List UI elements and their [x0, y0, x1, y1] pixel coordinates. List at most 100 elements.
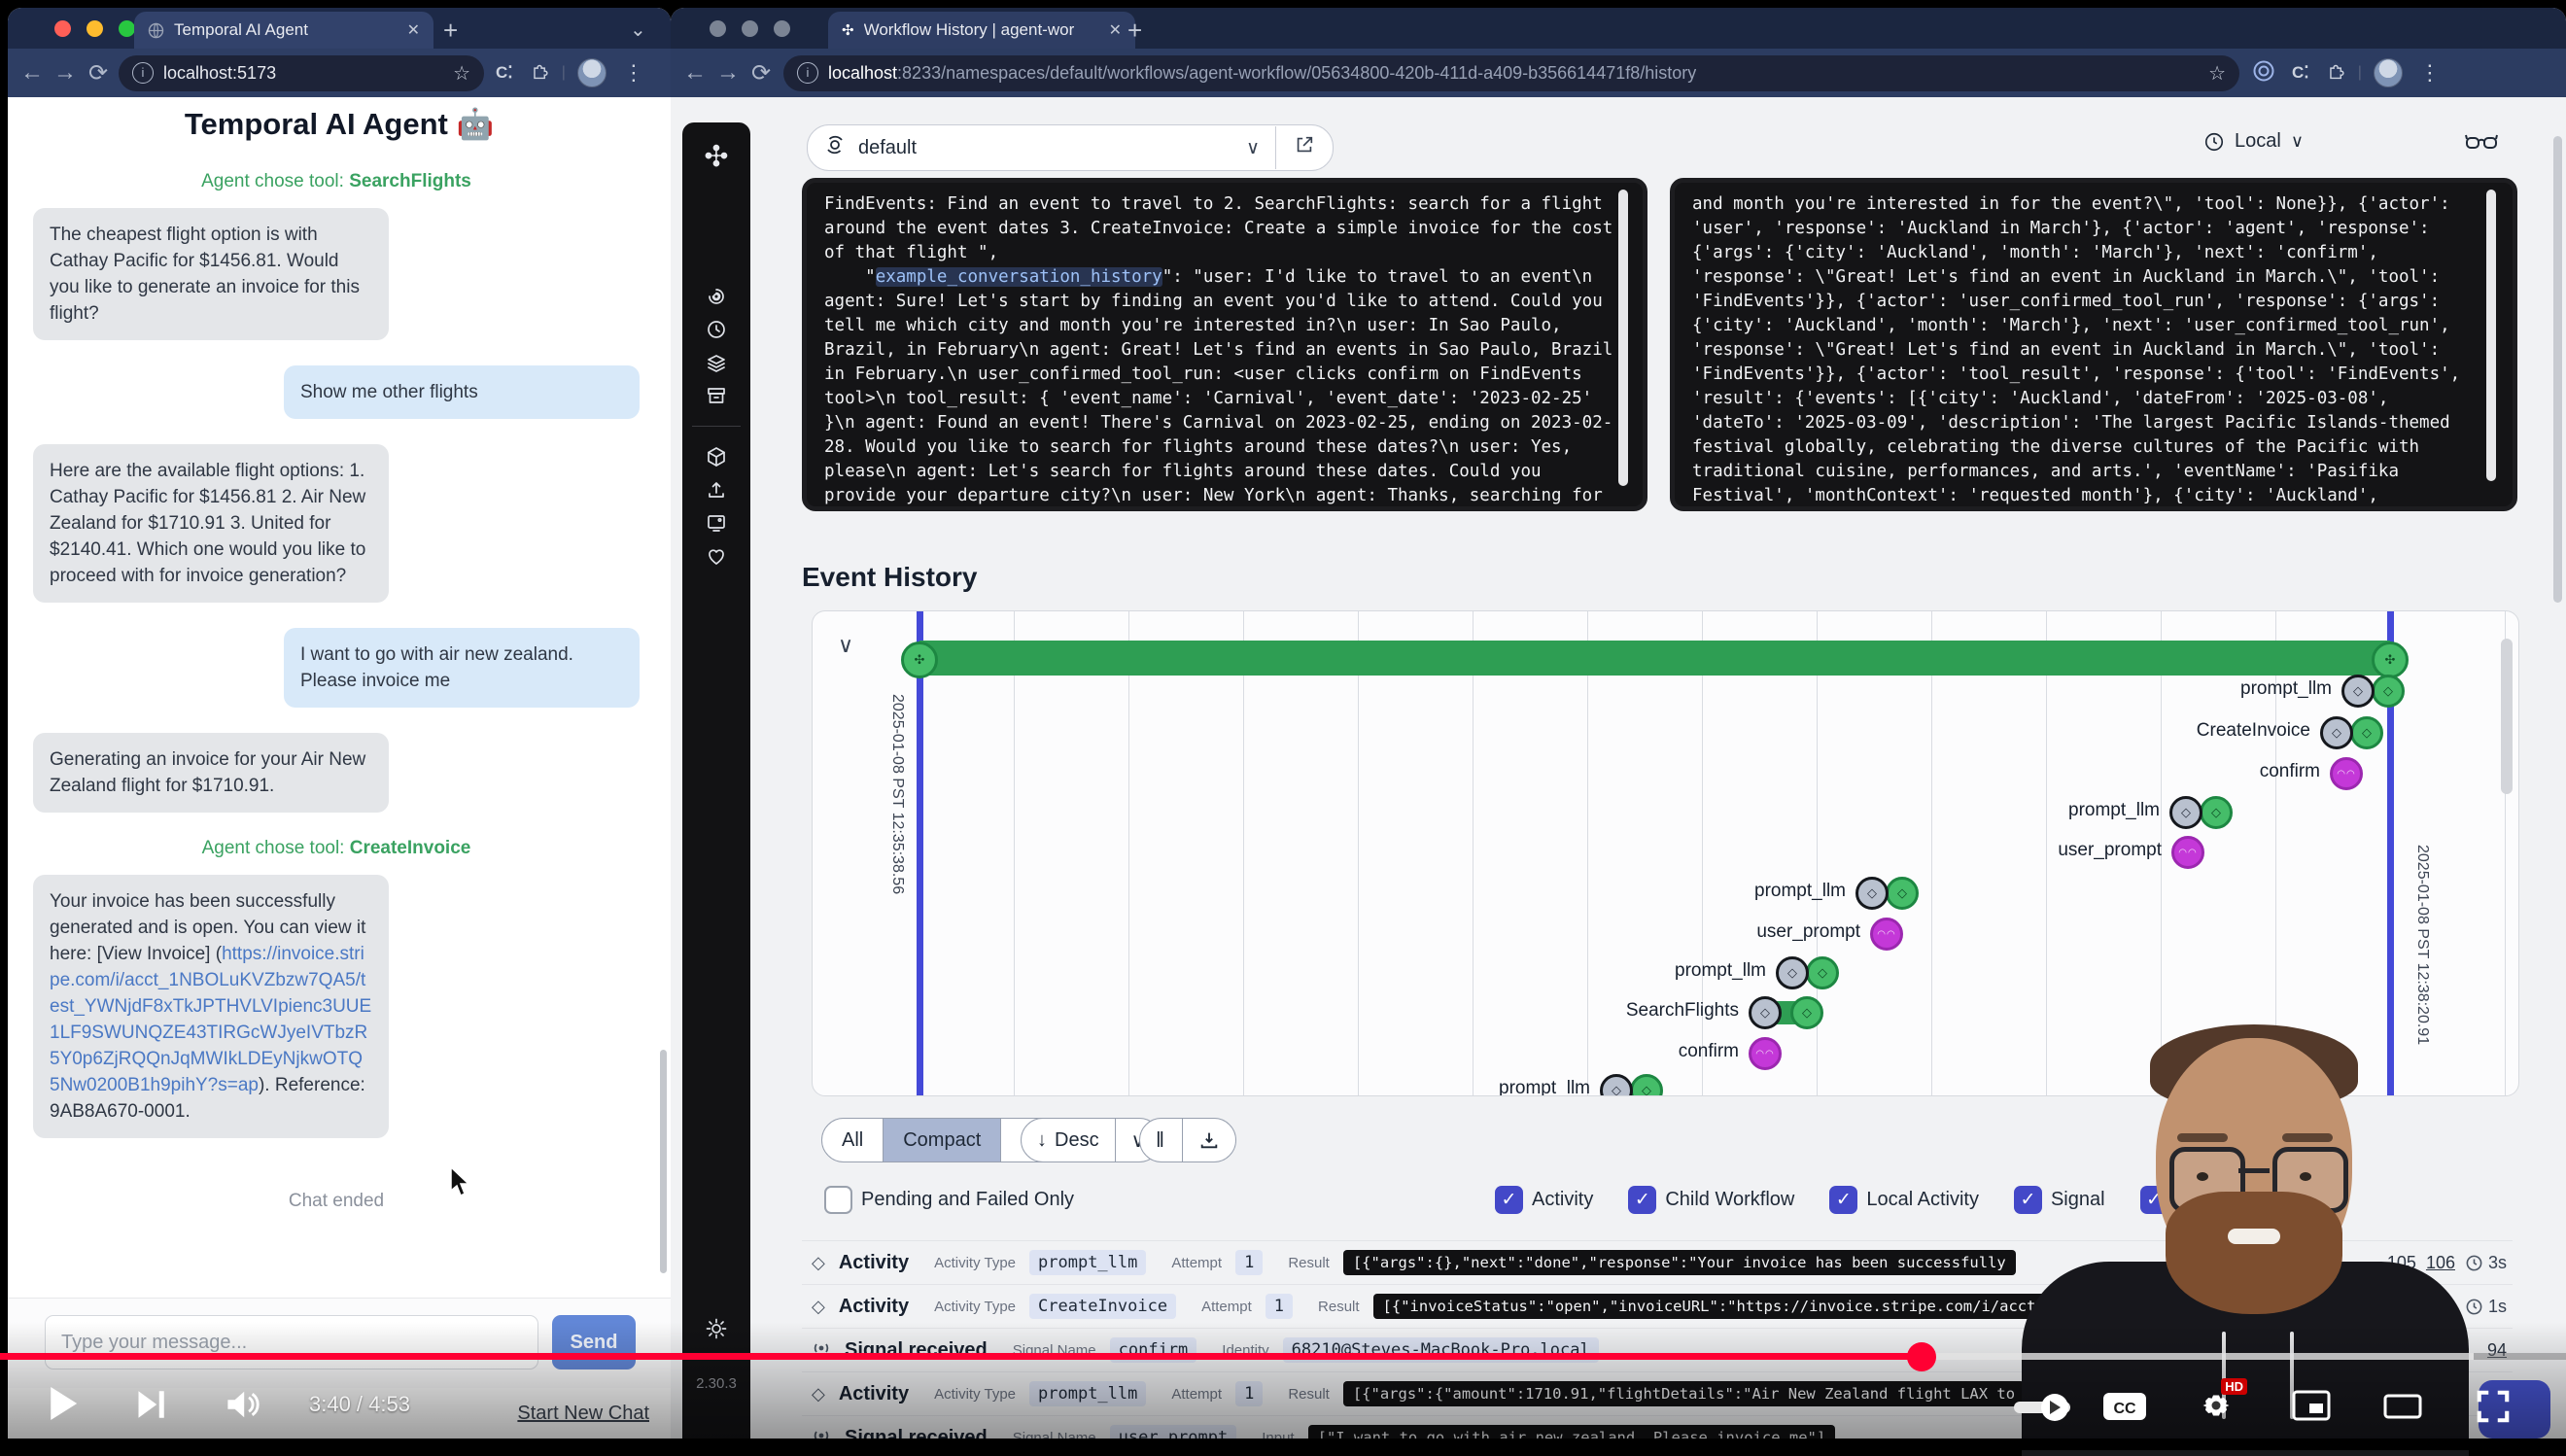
extension-c-icon[interactable]: C⁚ [496, 63, 513, 83]
progress-scrubber[interactable] [1907, 1342, 1936, 1371]
activity-end-marker[interactable]: ◇ [1886, 877, 1919, 910]
filter-child-workflow[interactable]: ✓Child Workflow [1628, 1186, 1794, 1214]
activity-end-marker[interactable]: ◇ [2350, 716, 2383, 749]
tab-close-icon[interactable]: ✕ [1109, 20, 1122, 40]
close-window-button[interactable] [54, 20, 71, 37]
feedback-monitor-icon[interactable] [682, 506, 750, 539]
signal-marker[interactable]: ◠◠ [2171, 836, 2204, 869]
window-controls[interactable] [54, 20, 135, 37]
extensions-puzzle-icon[interactable] [531, 61, 549, 85]
page-scrollbar[interactable] [2553, 136, 2562, 603]
input-payload-panel[interactable]: FindEvents: Find an event to travel to 2… [802, 178, 1647, 511]
collapse-chevron-icon[interactable]: ∨ [838, 633, 853, 658]
import-upload-icon[interactable] [682, 473, 750, 506]
activity-end-marker[interactable]: ◇ [1806, 956, 1839, 989]
filter-checkbox[interactable]: ✓ [1628, 1186, 1656, 1214]
activity-start-marker[interactable]: ◇ [2341, 675, 2375, 708]
zoom-window-button[interactable] [119, 20, 135, 37]
chevron-down-icon[interactable]: ∨ [1246, 137, 1260, 159]
autoplay-toggle[interactable] [2014, 1394, 2070, 1421]
activity-start-marker[interactable]: ◇ [2320, 716, 2353, 749]
tab-close-icon[interactable]: ✕ [407, 20, 420, 40]
minimize-window-button[interactable] [742, 20, 758, 37]
window-controls-inactive[interactable] [710, 20, 790, 37]
view-option-all[interactable]: All [822, 1119, 883, 1161]
download-icon[interactable] [1183, 1119, 1235, 1161]
new-tab-button[interactable]: + [443, 16, 458, 46]
miniplayer-button[interactable] [2292, 1390, 2331, 1421]
signal-marker[interactable]: ◠◠ [2330, 757, 2363, 790]
video-progress-bar[interactable] [0, 1353, 2566, 1360]
volume-icon[interactable] [225, 1388, 260, 1421]
temporal-logo-icon[interactable]: ✣ [682, 140, 750, 173]
pause-icon[interactable]: ‖ [1140, 1119, 1182, 1161]
browser-menu-icon[interactable]: ⋮ [623, 60, 644, 86]
back-icon[interactable]: ← [16, 59, 49, 87]
extension-c-icon[interactable]: C⁚ [2292, 63, 2309, 83]
chat-scrollbar[interactable] [660, 1050, 667, 1273]
captions-button[interactable]: CC [2101, 1390, 2148, 1423]
namespaces-stack-icon[interactable] [682, 346, 750, 379]
filter-activity[interactable]: ✓Activity [1495, 1186, 1593, 1214]
theater-mode-button[interactable] [2383, 1394, 2422, 1419]
open-namespace-icon[interactable] [1294, 134, 1315, 161]
reload-icon[interactable]: ⟳ [745, 59, 778, 87]
labs-glasses-icon[interactable] [2465, 130, 2498, 154]
minimize-window-button[interactable] [87, 20, 103, 37]
profile-avatar[interactable] [577, 58, 607, 87]
pause-download-group[interactable]: ‖ [1139, 1118, 1236, 1162]
extensions-puzzle-icon[interactable] [2327, 61, 2345, 85]
signal-marker[interactable]: ◠◠ [1749, 1037, 1782, 1070]
profile-avatar[interactable] [2374, 58, 2403, 87]
invoice-link[interactable]: https://invoice.stripe.com/i/acct_1NBOLu… [50, 944, 371, 1095]
view-option-compact[interactable]: Compact [883, 1119, 1000, 1161]
filter-checkbox[interactable]: ✓ [1495, 1186, 1523, 1214]
codec-cube-icon[interactable] [682, 440, 750, 473]
activity-end-marker[interactable]: ◇ [1790, 996, 1823, 1029]
site-info-icon[interactable]: i [797, 62, 818, 84]
pending-failed-checkbox[interactable] [824, 1186, 852, 1214]
close-window-button[interactable] [710, 20, 726, 37]
schedules-icon[interactable] [682, 313, 750, 346]
timezone-select[interactable]: Local ∨ [2203, 130, 2304, 153]
workflows-icon[interactable] [682, 280, 750, 313]
workflow-execution-bar[interactable] [919, 641, 2390, 676]
pending-failed-filter[interactable]: Pending and Failed Only [824, 1186, 1074, 1214]
signal-marker[interactable]: ◠◠ [1870, 918, 1903, 951]
zoom-window-button[interactable] [774, 20, 790, 37]
filter-checkbox[interactable]: ✓ [1829, 1186, 1857, 1214]
address-bar[interactable]: i localhost:8233/namespaces/default/work… [783, 55, 2239, 91]
activity-start-marker[interactable]: ◇ [2169, 796, 2202, 829]
activity-start-marker[interactable]: ◇ [1749, 996, 1782, 1029]
code-panel-scrollbar[interactable] [1618, 190, 1628, 486]
address-bar[interactable]: i localhost:5173 ☆ [119, 55, 484, 91]
archive-icon[interactable] [682, 379, 750, 412]
site-info-icon[interactable]: i [132, 62, 154, 84]
forward-icon[interactable]: → [49, 59, 82, 87]
bookmark-star-icon[interactable]: ☆ [453, 61, 470, 86]
tab-temporal-ai-agent[interactable]: Temporal AI Agent ✕ [134, 12, 433, 49]
sort-desc[interactable]: ↓Desc [1022, 1119, 1115, 1161]
workflow-start-marker[interactable]: ✣ [901, 641, 938, 678]
activity-start-marker[interactable]: ◇ [1855, 877, 1889, 910]
activity-end-marker[interactable]: ◇ [2200, 796, 2233, 829]
settings-gear-icon[interactable]: HD [2199, 1388, 2234, 1423]
favorites-heart-icon[interactable] [682, 539, 750, 572]
result-payload-panel[interactable]: and month you're interested in for the e… [1670, 178, 2517, 511]
new-tab-button[interactable]: + [1127, 16, 1142, 46]
reload-icon[interactable]: ⟳ [82, 59, 115, 87]
activity-end-marker[interactable]: ◇ [1630, 1074, 1663, 1096]
tab-workflow-history[interactable]: ✣ Workflow History | agent-wor ✕ [828, 12, 1135, 49]
forward-icon[interactable]: → [711, 59, 745, 87]
tab-overview-chevron[interactable]: ⌄ [630, 17, 646, 42]
timeline-scrollbar[interactable] [2501, 639, 2513, 794]
play-button[interactable] [47, 1384, 80, 1423]
next-button[interactable] [136, 1388, 165, 1421]
filter-local-activity[interactable]: ✓Local Activity [1829, 1186, 1979, 1214]
activity-start-marker[interactable]: ◇ [1600, 1074, 1633, 1096]
back-icon[interactable]: ← [678, 59, 711, 87]
activity-end-marker[interactable]: ◇ [2372, 675, 2405, 708]
fullscreen-button[interactable] [2475, 1388, 2512, 1425]
workflow-end-marker[interactable]: ✣ [2372, 641, 2409, 678]
code-panel-scrollbar[interactable] [2486, 190, 2496, 481]
